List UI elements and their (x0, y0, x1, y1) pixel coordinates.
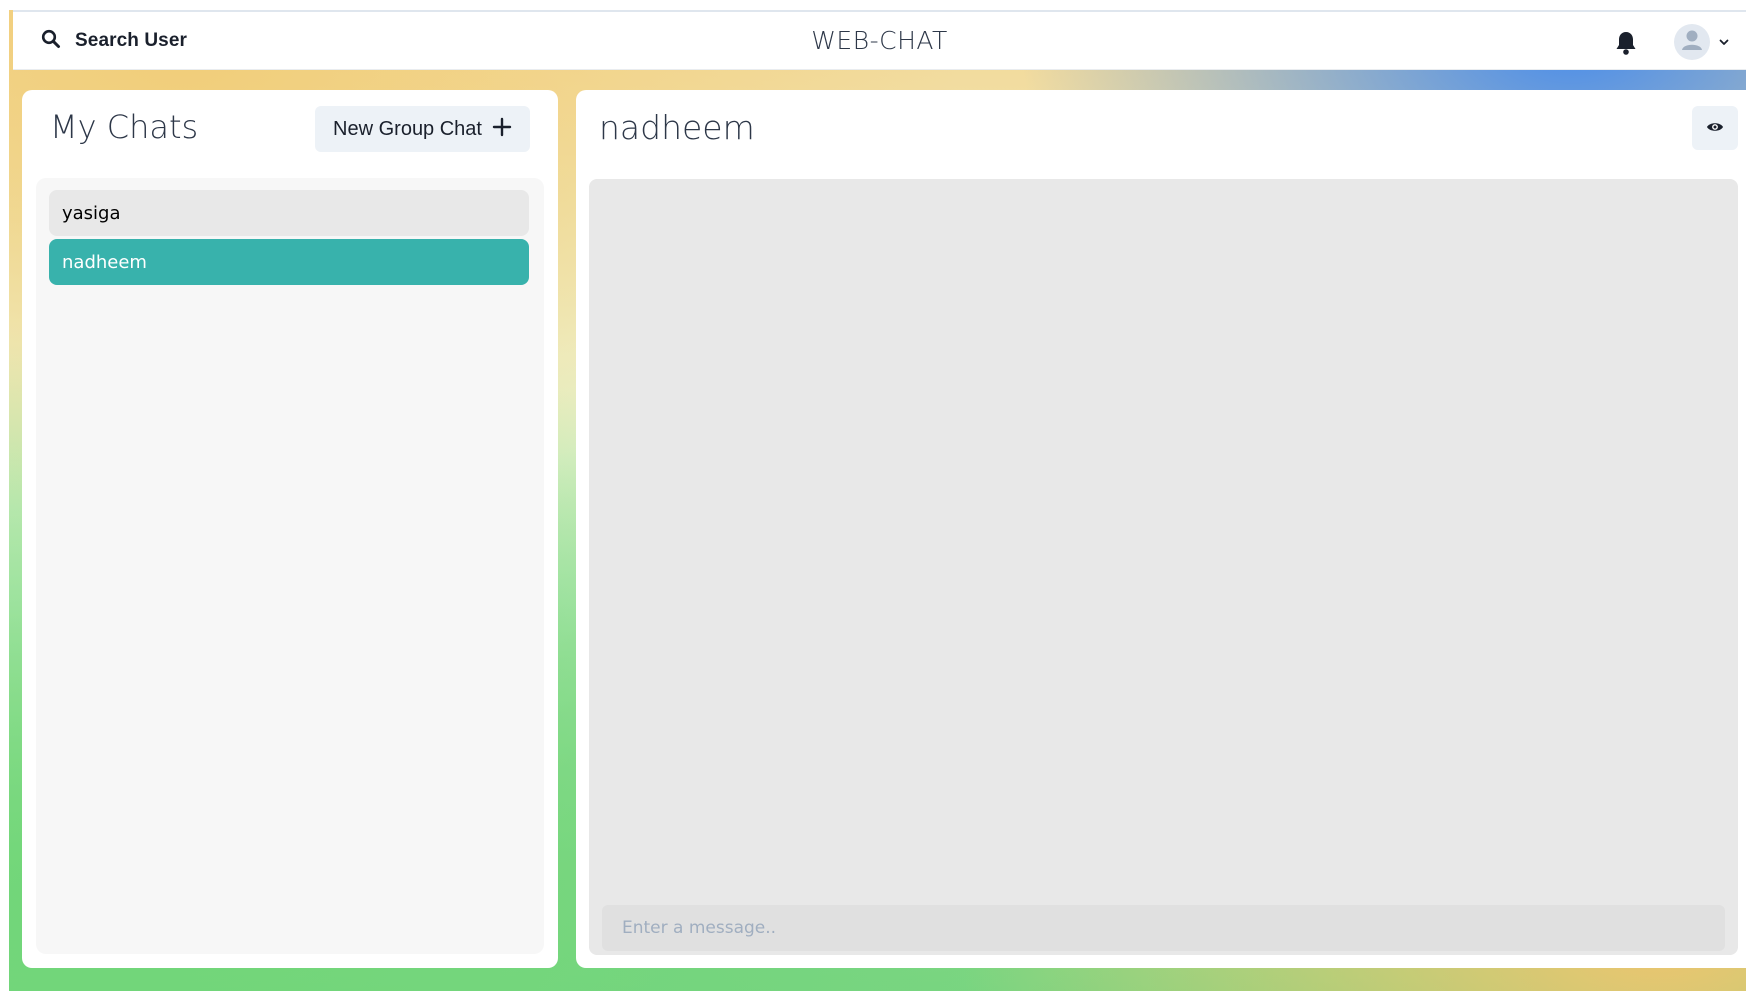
top-navigation-bar: Search User WEB-CHAT (13, 10, 1746, 70)
chat-title: nadheem (599, 108, 755, 147)
app-title: WEB-CHAT (811, 26, 948, 55)
new-group-chat-button[interactable]: New Group Chat (315, 106, 530, 152)
chat-list-item-name: nadheem (62, 251, 147, 273)
chat-list-item-selected[interactable]: nadheem (49, 239, 529, 285)
my-chats-panel: My Chats New Group Chat yasiga nadheem (22, 90, 558, 968)
bell-icon (1614, 32, 1638, 60)
app-root: Search User WEB-CHAT My Chats New Group … (9, 10, 1746, 991)
profile-menu-button[interactable] (1674, 24, 1730, 60)
chat-panel: nadheem (576, 90, 1746, 968)
messages-area (589, 179, 1738, 955)
chat-list-item[interactable]: yasiga (49, 190, 529, 236)
view-profile-button[interactable] (1692, 106, 1738, 150)
avatar (1674, 24, 1710, 60)
chat-list-item-name: yasiga (62, 202, 121, 224)
chevron-down-icon (1718, 33, 1730, 52)
my-chats-title: My Chats (50, 108, 199, 146)
notifications-button[interactable] (1614, 30, 1640, 56)
chat-list: yasiga nadheem (36, 178, 544, 954)
new-group-chat-label: New Group Chat (333, 117, 482, 140)
eye-icon (1706, 119, 1724, 138)
plus-icon (492, 117, 512, 141)
my-chats-header: My Chats New Group Chat (50, 106, 530, 152)
message-input[interactable] (602, 905, 1725, 951)
user-avatar-icon (1674, 24, 1710, 60)
